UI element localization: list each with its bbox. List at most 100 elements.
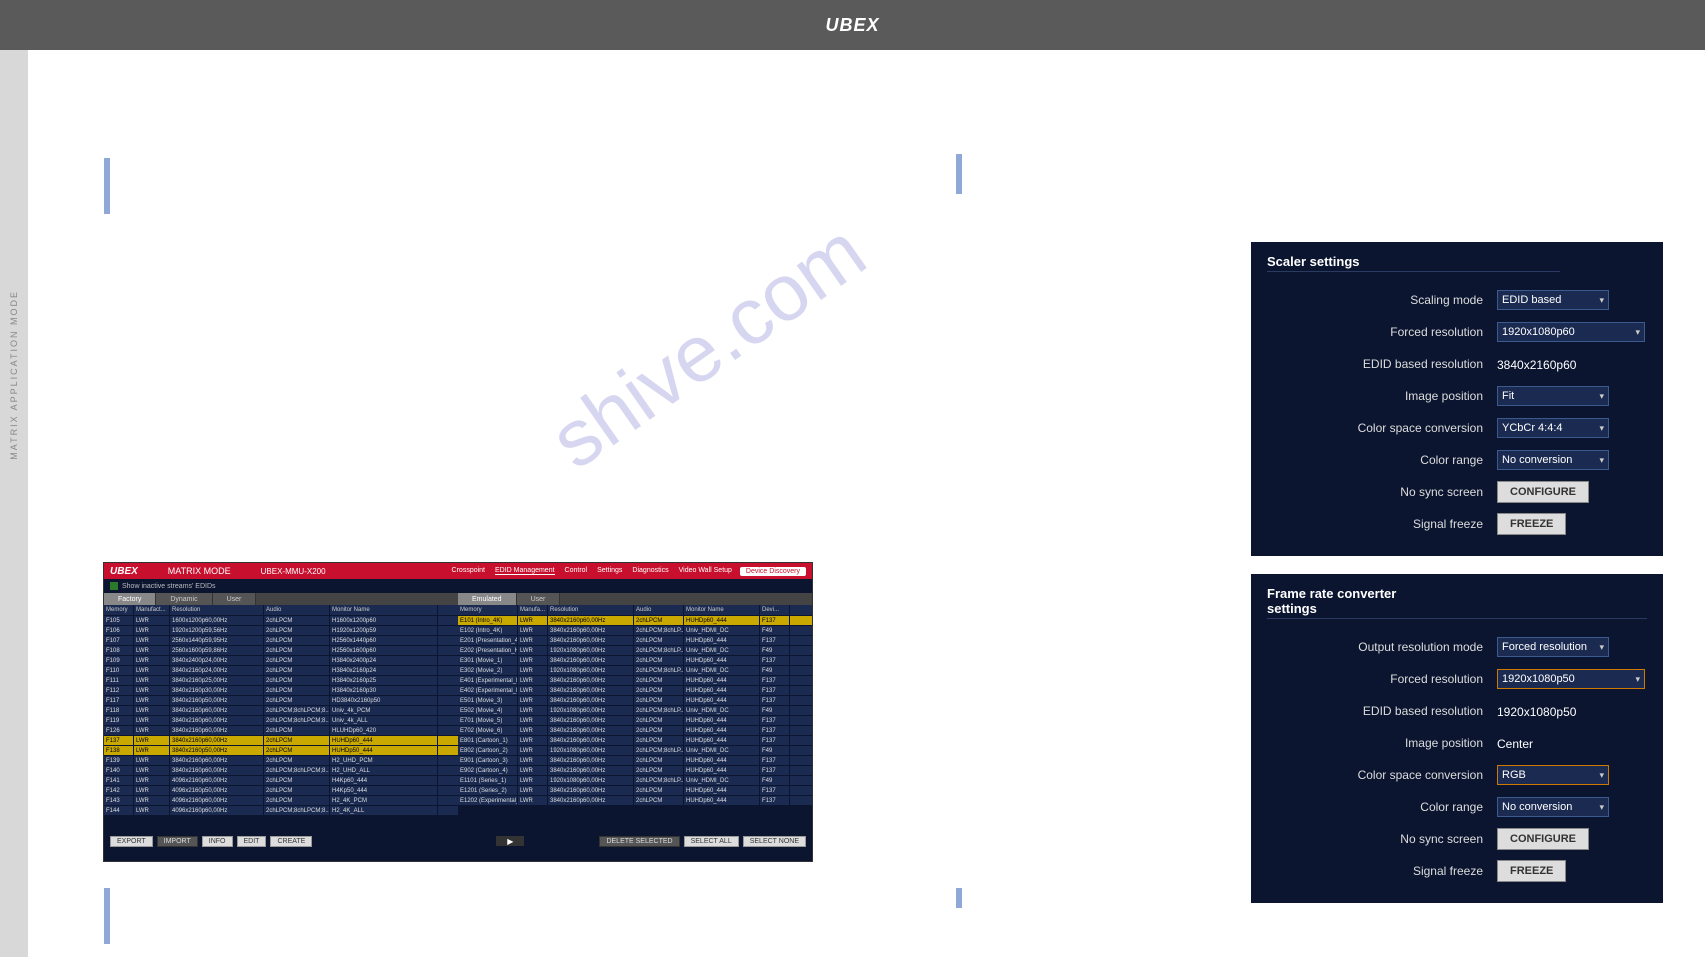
table-row[interactable]: E402 (Experimental_M...)LWR3840x2160p60,… (458, 685, 812, 695)
configure-button[interactable]: CONFIGURE (1497, 481, 1589, 503)
table-row[interactable]: F126LWR3840x2160p60,00Hz2chLPCMHLUHDp60_… (104, 725, 458, 735)
table-row[interactable]: F139LWR3840x2160p60,00Hz2chLPCMH2_UHD_PC… (104, 755, 458, 765)
subtab-user-r[interactable]: User (517, 593, 561, 605)
image-position-select[interactable]: Fit (1497, 386, 1609, 406)
edid-resolution-value: 3840x2160p60 (1497, 358, 1576, 372)
table-row[interactable]: E1202 (Experimental_P...)LWR3840x2160p60… (458, 795, 812, 805)
table-row[interactable]: F108LWR2560x1600p59,86Hz2chLPCMH2560x160… (104, 645, 458, 655)
edid-resolution-value: 1920x1080p50 (1497, 705, 1576, 719)
th-audio[interactable]: Audio (634, 605, 684, 615)
tab-crosspoint[interactable]: Crosspoint (452, 567, 485, 575)
table-row[interactable]: F109LWR3840x2400p24,00Hz2chLPCMH3840x240… (104, 655, 458, 665)
color-range-select[interactable]: No conversion (1497, 797, 1609, 817)
th-resolution[interactable]: Resolution (548, 605, 634, 615)
table-row[interactable]: E101 (Intro_4K)LWR3840x2160p60,00Hz2chLP… (458, 615, 812, 625)
sidebar: MATRIX APPLICATION MODE (0, 50, 28, 957)
table-row[interactable]: E102 (Intro_4K)LWR3840x2160p60,00Hz2chLP… (458, 625, 812, 635)
output-mode-select[interactable]: Forced resolution (1497, 637, 1609, 657)
th-manufacturer[interactable]: Manufact... (134, 605, 170, 615)
color-range-select[interactable]: No conversion (1497, 450, 1609, 470)
freeze-button[interactable]: FREEZE (1497, 513, 1566, 535)
th-monitor-name[interactable]: Monitor Name (330, 605, 438, 615)
table-row[interactable]: E901 (Cartoon_3)LWR3840x2160p60,00Hz2chL… (458, 755, 812, 765)
table-row[interactable]: E502 (Movie_4)LWR1920x1080p60,00Hz2chLPC… (458, 705, 812, 715)
table-row[interactable]: E802 (Cartoon_2)LWR1920x1080p60,00Hz2chL… (458, 745, 812, 755)
subtab-factory[interactable]: Factory (104, 593, 156, 605)
show-inactive-checkbox[interactable] (110, 582, 118, 590)
table-row[interactable]: E302 (Movie_2)LWR1920x1080p60,00Hz2chLPC… (458, 665, 812, 675)
left-subtabs: Factory Dynamic User (104, 593, 458, 605)
table-row[interactable]: F117LWR3840x2160p50,00Hz2chLPCMHD3840x21… (104, 695, 458, 705)
image-position-value: Center (1497, 737, 1533, 751)
main-content: shive.com UBEX MATRIX MODE UBEX-MMU-X200… (28, 50, 1705, 957)
th-monitor-name[interactable]: Monitor Name (684, 605, 760, 615)
table-row[interactable]: E401 (Experimental_M...)LWR3840x2160p60,… (458, 675, 812, 685)
forced-resolution-select[interactable]: 1920x1080p50 (1497, 669, 1645, 689)
table-row[interactable]: E702 (Movie_6)LWR3840x2160p60,00Hz2chLPC… (458, 725, 812, 735)
table-row[interactable]: F143LWR4096x2160p60,00Hz2chLPCMH2_4K_PCM (104, 795, 458, 805)
subtab-dynamic[interactable]: Dynamic (156, 593, 212, 605)
table-row[interactable]: F141LWR4096x2160p60,00Hz2chLPCMH4Kp60_44… (104, 775, 458, 785)
table-row[interactable]: E301 (Movie_1)LWR3840x2160p60,00Hz2chLPC… (458, 655, 812, 665)
table-row[interactable]: F137LWR3840x2160p60,00Hz2chLPCMHUHDp60_4… (104, 735, 458, 745)
table-row[interactable]: E801 (Cartoon_1)LWR3840x2160p60,00Hz2chL… (458, 735, 812, 745)
tab-control[interactable]: Control (565, 567, 588, 575)
color-space-select[interactable]: YCbCr 4:4:4 (1497, 418, 1609, 438)
color-space-select[interactable]: RGB (1497, 765, 1609, 785)
th-memory[interactable]: Memory (458, 605, 518, 615)
export-button[interactable]: EXPORT (110, 836, 153, 847)
image-position-label: Image position (1267, 389, 1497, 403)
tab-video-wall[interactable]: Video Wall Setup (679, 567, 732, 575)
table-row[interactable]: F118LWR3840x2160p60,00Hz2chLPCM;8chLPCM;… (104, 705, 458, 715)
table-row[interactable]: E202 (Presentation_HD)LWR1920x1080p60,00… (458, 645, 812, 655)
configure-button[interactable]: CONFIGURE (1497, 828, 1589, 850)
freeze-button[interactable]: FREEZE (1497, 860, 1566, 882)
edid-logo: UBEX (110, 566, 138, 577)
forced-resolution-select[interactable]: 1920x1080p60 (1497, 322, 1645, 342)
table-row[interactable]: E701 (Movie_5)LWR3840x2160p60,00Hz2chLPC… (458, 715, 812, 725)
table-row[interactable]: E902 (Cartoon_4)LWR3840x2160p60,00Hz2chL… (458, 765, 812, 775)
image-position-label: Image position (1267, 736, 1497, 750)
tab-edid-management[interactable]: EDID Management (495, 567, 555, 575)
signal-freeze-label: Signal freeze (1267, 517, 1497, 531)
table-row[interactable]: F142LWR4096x2160p50,00Hz2chLPCMH4Kp50_44… (104, 785, 458, 795)
edid-body: Factory Dynamic User Memory Manufact... … (104, 593, 812, 833)
edid-mode-label: MATRIX MODE (168, 566, 231, 576)
edit-button[interactable]: EDIT (237, 836, 267, 847)
th-device[interactable]: Devi... (760, 605, 790, 615)
th-manufacturer[interactable]: Manufa... (518, 605, 548, 615)
table-row[interactable]: F106LWR1920x1200p59,56Hz2chLPCMH1920x120… (104, 625, 458, 635)
table-row[interactable]: E1101 (Series_1)LWR1920x1080p60,00Hz2chL… (458, 775, 812, 785)
color-space-label: Color space conversion (1267, 421, 1497, 435)
table-row[interactable]: F107LWR2560x1440p59,95Hz2chLPCMH2560x144… (104, 635, 458, 645)
table-row[interactable]: F144LWR4096x2160p60,00Hz2chLPCM;8chLPCM;… (104, 805, 458, 815)
table-row[interactable]: F119LWR3840x2160p60,00Hz2chLPCM;8chLPCM;… (104, 715, 458, 725)
scaling-mode-select[interactable]: EDID based (1497, 290, 1609, 310)
import-button[interactable]: IMPORT (157, 836, 198, 847)
table-row[interactable]: F111LWR3840x2160p25,00Hz2chLPCMH3840x216… (104, 675, 458, 685)
subtab-emulated[interactable]: Emulated (458, 593, 517, 605)
subtab-user[interactable]: User (213, 593, 257, 605)
th-memory[interactable]: Memory (104, 605, 134, 615)
transfer-button[interactable]: ▶ (496, 836, 524, 846)
table-row[interactable]: F138LWR3840x2160p50,00Hz2chLPCMHUHDp50_4… (104, 745, 458, 755)
th-audio[interactable]: Audio (264, 605, 330, 615)
info-button[interactable]: INFO (202, 836, 233, 847)
create-button[interactable]: CREATE (270, 836, 312, 847)
tab-diagnostics[interactable]: Diagnostics (632, 567, 668, 575)
table-row[interactable]: E201 (Presentation_4K)LWR3840x2160p60,00… (458, 635, 812, 645)
table-row[interactable]: F112LWR3840x2160p30,00Hz2chLPCMH3840x216… (104, 685, 458, 695)
right-subtabs: Emulated User (458, 593, 812, 605)
table-row[interactable]: F110LWR3840x2160p24,00Hz2chLPCMH3840x216… (104, 665, 458, 675)
table-row[interactable]: F140LWR3840x2160p60,00Hz2chLPCM;8chLPCM;… (104, 765, 458, 775)
device-discovery-button[interactable]: Device Discovery (740, 567, 806, 576)
table-row[interactable]: E501 (Movie_3)LWR3840x2160p60,00Hz2chLPC… (458, 695, 812, 705)
select-none-button[interactable]: SELECT NONE (743, 836, 806, 847)
tab-settings[interactable]: Settings (597, 567, 622, 575)
table-row[interactable]: E1201 (Series_2)LWR3840x2160p60,00Hz2chL… (458, 785, 812, 795)
delete-selected-button[interactable]: DELETE SELECTED (599, 836, 679, 847)
th-resolution[interactable]: Resolution (170, 605, 264, 615)
edid-device-label: UBEX-MMU-X200 (261, 567, 326, 576)
table-row[interactable]: F105LWR1600x1200p60,00Hz2chLPCMH1600x120… (104, 615, 458, 625)
select-all-button[interactable]: SELECT ALL (684, 836, 739, 847)
